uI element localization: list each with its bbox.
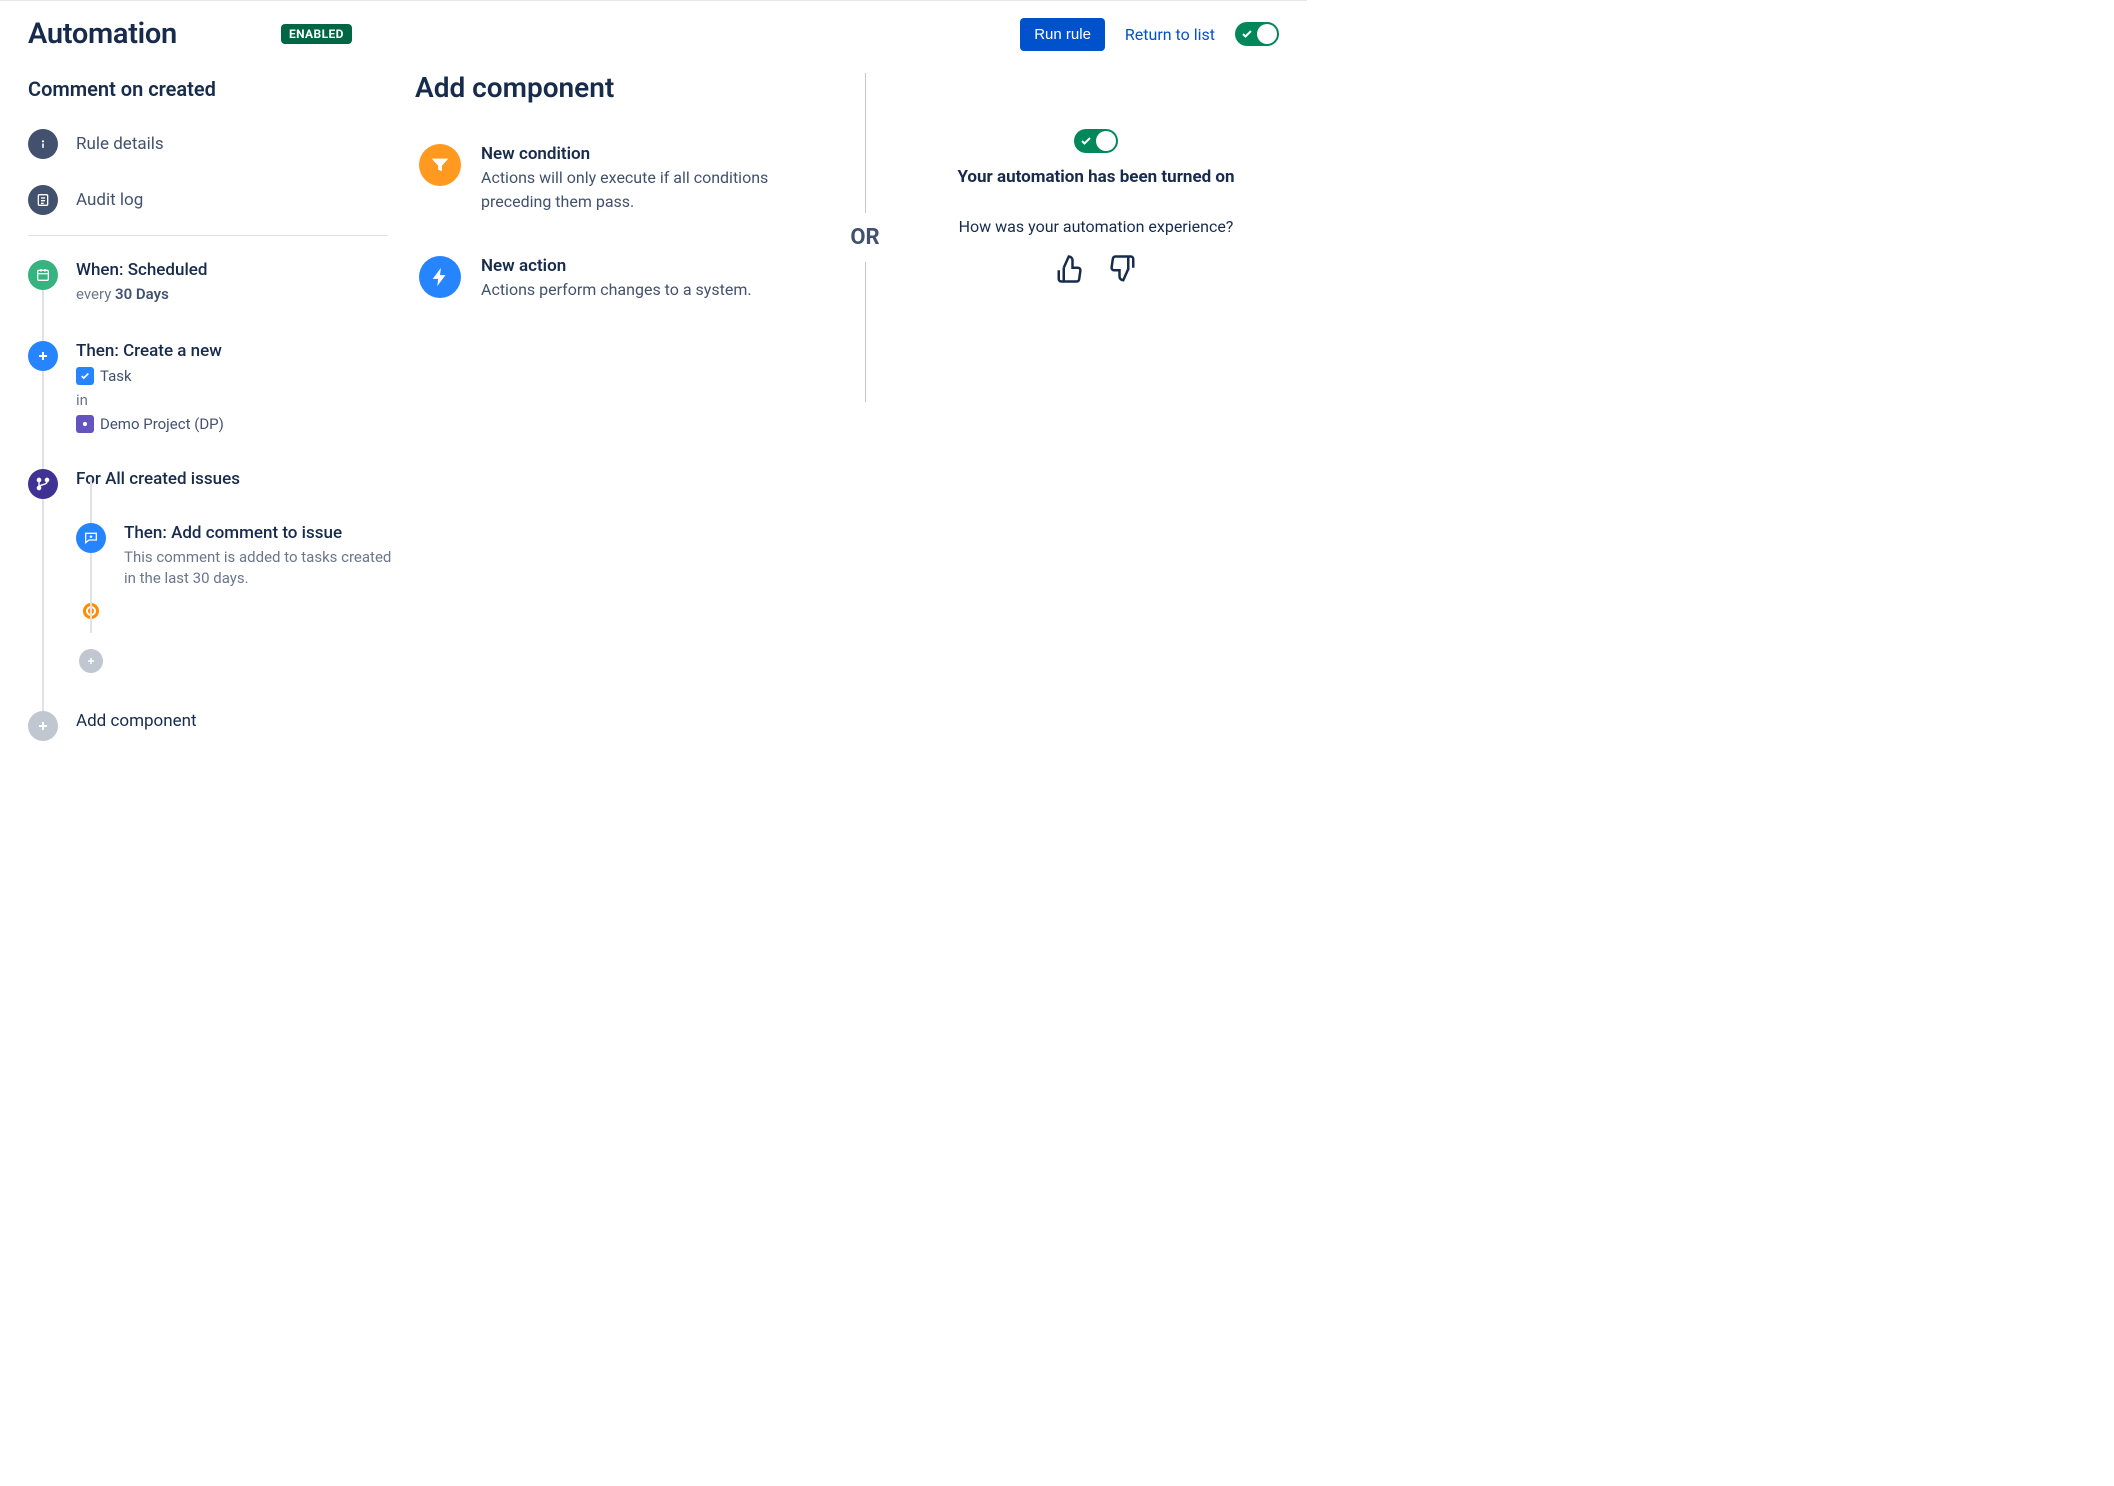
project-icon xyxy=(76,415,94,433)
feedback-buttons xyxy=(915,254,1277,284)
nav-audit-log[interactable]: Audit log xyxy=(28,179,395,221)
option-desc: Actions perform changes to a system. xyxy=(481,278,752,302)
thumbs-up-button[interactable] xyxy=(1055,254,1085,284)
toggle-knob xyxy=(1257,24,1277,44)
option-body: New action Actions perform changes to a … xyxy=(481,256,752,302)
panel-title: Add component xyxy=(415,71,815,104)
option-title: New action xyxy=(481,256,752,276)
bolt-icon xyxy=(419,256,461,298)
rule-enabled-toggle[interactable] xyxy=(1235,22,1279,46)
node-title: For All created issues xyxy=(76,469,240,489)
comment-icon xyxy=(76,523,106,553)
branch-subtree: Then: Add comment to issue This comment … xyxy=(76,509,395,673)
rule-tree: When: Scheduled every 30 Days Then: Crea… xyxy=(28,260,395,741)
option-body: New condition Actions will only execute … xyxy=(481,144,811,214)
task-icon xyxy=(76,367,94,385)
sub-prefix: every xyxy=(76,285,115,303)
add-step-button[interactable] xyxy=(79,649,103,673)
or-label: OR xyxy=(850,225,879,250)
new-action-option[interactable]: New action Actions perform changes to a … xyxy=(415,252,815,306)
nav-rule-details[interactable]: Rule details xyxy=(28,123,395,165)
node-body: Add component xyxy=(76,711,197,735)
nav-label: Audit log xyxy=(76,190,143,210)
filter-icon xyxy=(419,144,461,186)
node-subtitle: every 30 Days xyxy=(76,284,207,305)
node-title: When: Scheduled xyxy=(76,260,207,280)
header-right: Run rule Return to list xyxy=(1020,18,1279,51)
node-title: Then: Add comment to issue xyxy=(124,523,395,543)
node-body: When: Scheduled every 30 Days xyxy=(76,260,207,305)
calendar-icon xyxy=(28,260,58,290)
in-line: in xyxy=(76,391,224,409)
or-divider: OR xyxy=(835,63,895,741)
divider xyxy=(28,235,388,236)
check-icon xyxy=(1241,28,1253,40)
check-icon xyxy=(1080,135,1092,147)
thumbs-down-button[interactable] xyxy=(1107,254,1137,284)
info-icon xyxy=(28,129,58,159)
header: Automation ENABLED Run rule Return to li… xyxy=(0,0,1307,63)
body: Comment on created Rule details Audit lo… xyxy=(0,63,1307,741)
task-line: Task xyxy=(76,367,224,385)
node-title: Add component xyxy=(76,711,197,731)
branch-node[interactable]: For All created issues xyxy=(28,469,395,509)
create-issue-node[interactable]: Then: Create a new Task in Demo Project … xyxy=(28,341,395,469)
project-line: Demo Project (DP) xyxy=(76,415,224,433)
add-comment-node[interactable]: Then: Add comment to issue This comment … xyxy=(76,523,395,603)
project-label: Demo Project (DP) xyxy=(100,415,224,433)
page-title: Automation xyxy=(28,17,257,51)
node-body: Then: Add comment to issue This comment … xyxy=(124,523,395,589)
list-icon xyxy=(28,185,58,215)
confirmation-toggle[interactable] xyxy=(1074,129,1118,153)
feedback-question: How was your automation experience? xyxy=(915,217,1277,236)
toggle-knob xyxy=(1096,131,1116,151)
task-label: Task xyxy=(100,367,132,385)
divider-line xyxy=(865,262,866,402)
plus-icon xyxy=(28,711,58,741)
option-title: New condition xyxy=(481,144,811,164)
divider-line xyxy=(865,73,866,213)
return-to-list-link[interactable]: Return to list xyxy=(1125,25,1215,44)
node-body: For All created issues xyxy=(76,469,240,493)
sub-bold: 30 Days xyxy=(115,285,169,303)
run-rule-button[interactable]: Run rule xyxy=(1020,18,1105,51)
node-subtitle: This comment is added to tasks created i… xyxy=(124,547,395,589)
new-condition-option[interactable]: New condition Actions will only execute … xyxy=(415,140,815,218)
plus-icon xyxy=(28,341,58,371)
trigger-node[interactable]: When: Scheduled every 30 Days xyxy=(28,260,395,341)
node-title: Then: Create a new xyxy=(76,341,224,361)
option-desc: Actions will only execute if all conditi… xyxy=(481,166,811,214)
rule-name: Comment on created xyxy=(28,77,395,101)
status-badge: ENABLED xyxy=(281,24,352,44)
nav-label: Rule details xyxy=(76,134,164,154)
add-component-panel: Add component New condition Actions will… xyxy=(395,63,835,741)
rule-panel: Comment on created Rule details Audit lo… xyxy=(0,63,395,741)
node-body: Then: Create a new Task in Demo Project … xyxy=(76,341,224,433)
branch-icon xyxy=(28,469,58,499)
confirmation-panel: Your automation has been turned on How w… xyxy=(895,63,1307,741)
add-component-node[interactable]: Add component xyxy=(28,673,395,741)
header-left: Automation ENABLED xyxy=(28,17,352,51)
turned-on-message: Your automation has been turned on xyxy=(915,167,1277,187)
